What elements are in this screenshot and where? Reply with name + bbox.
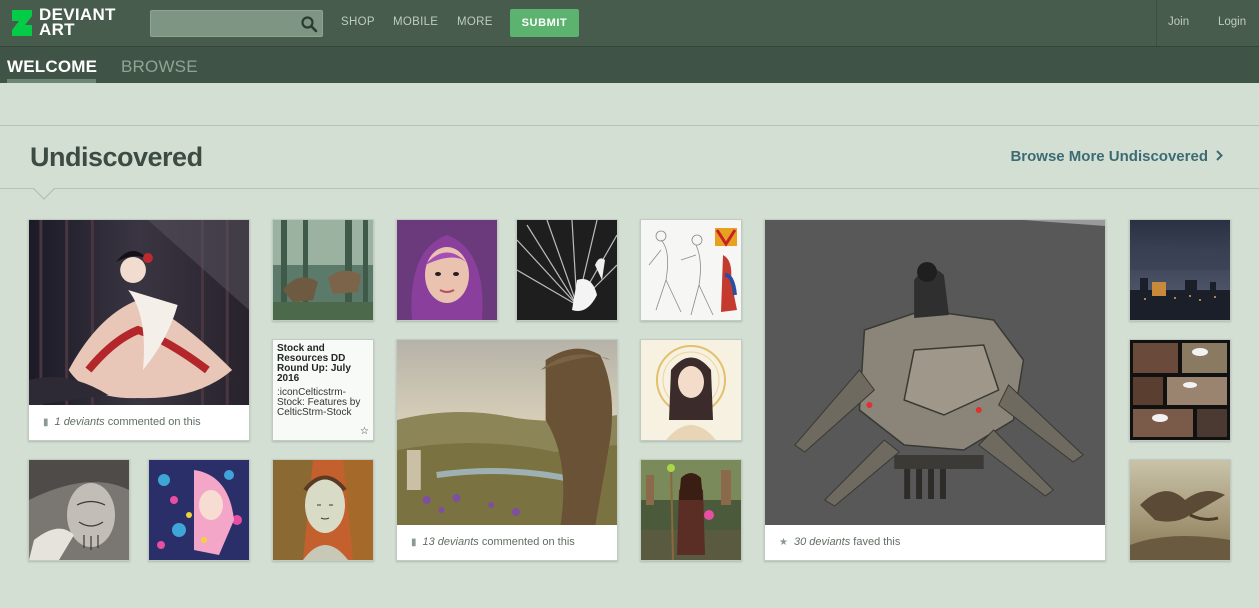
tattooed-face-image <box>29 460 129 560</box>
landscape-caption-count[interactable]: 13 deviants <box>423 536 479 548</box>
thumb-lit-card[interactable]: Stock and Resources DD Round Up: July 20… <box>272 339 374 441</box>
thumb-fantasy-landscape[interactable]: ▮ 13 deviants commented on this <box>396 339 618 561</box>
geisha-caption: ▮ 1 deviants commented on this <box>29 405 249 440</box>
deviantart-logo-icon <box>12 10 32 36</box>
search-box[interactable] <box>150 10 323 37</box>
dragon-flight-image <box>1130 460 1230 560</box>
tab-welcome[interactable]: WELCOME <box>7 57 97 77</box>
mech-caption-text: faved this <box>850 536 901 548</box>
anime-girl-image <box>641 340 741 440</box>
pink-hair-girl-image <box>149 460 249 560</box>
thumb-fighter-sketch[interactable] <box>640 219 742 321</box>
thumb-white-peacock[interactable] <box>516 219 618 321</box>
geisha-caption-text: commented on this <box>104 416 201 428</box>
header-notch-fill <box>33 187 55 198</box>
search-icon[interactable] <box>300 15 318 33</box>
mech-walker-image <box>765 220 1105 525</box>
thumb-portrait-woman[interactable] <box>396 219 498 321</box>
lit-card-title: Stock and Resources DD Round Up: July 20… <box>277 343 351 384</box>
nav-shop[interactable]: SHOP <box>341 16 375 28</box>
submit-button[interactable]: SUBMIT <box>510 9 579 37</box>
landscape-caption: ▮ 13 deviants commented on this <box>397 525 617 560</box>
comment-icon: ▮ <box>43 417 49 428</box>
city-skyline-image <box>1130 220 1230 320</box>
section-header: Undiscovered Browse More Undiscovered <box>0 125 1259 189</box>
thumb-warrior-woman[interactable] <box>640 459 742 561</box>
woman-sketch-image <box>273 460 373 560</box>
landscape-caption-text: commented on this <box>478 536 575 548</box>
thumb-mech-walker[interactable]: ★ 30 deviants faved this <box>764 219 1106 561</box>
geisha-artwork-image <box>29 220 249 406</box>
mech-caption: ★ 30 deviants faved this <box>765 525 1105 560</box>
tab-browse[interactable]: BROWSE <box>121 57 198 77</box>
login-link[interactable]: Login <box>1218 16 1246 28</box>
fighter-sketch-image <box>641 220 741 320</box>
nav-more[interactable]: MORE <box>457 16 493 28</box>
section-tabs: WELCOME BROWSE <box>0 46 1259 83</box>
search-input[interactable] <box>151 11 291 36</box>
active-tab-indicator <box>7 79 96 83</box>
top-navbar: DEVIANT ART SHOP MOBILE MORE SUBMIT Join… <box>0 0 1259 46</box>
browse-more-link[interactable]: Browse More Undiscovered <box>1010 148 1223 165</box>
thumb-dragon-flight[interactable] <box>1129 459 1231 561</box>
thumb-city-skyline[interactable] <box>1129 219 1231 321</box>
thumb-anime-girl[interactable] <box>640 339 742 441</box>
browse-more-label: Browse More Undiscovered <box>1010 148 1208 165</box>
thumb-woman-sketch[interactable] <box>272 459 374 561</box>
white-peacock-image <box>517 220 617 320</box>
literature-icon: ☆ <box>360 426 369 437</box>
geisha-caption-count[interactable]: 1 deviants <box>55 416 105 428</box>
logo-text: DEVIANT ART <box>39 5 116 39</box>
lit-card-body: :iconCelticstrm-Stock: Features by Celti… <box>277 387 361 418</box>
join-link[interactable]: Join <box>1168 16 1189 28</box>
comment-icon: ▮ <box>411 537 417 548</box>
thumb-comic-page[interactable] <box>1129 339 1231 441</box>
thumb-geisha-artwork[interactable]: ▮ 1 deviants commented on this <box>28 219 250 441</box>
header-divider <box>1156 0 1157 46</box>
deviantart-logo[interactable]: DEVIANT ART <box>10 6 130 40</box>
warrior-woman-image <box>641 460 741 560</box>
nav-mobile[interactable]: MOBILE <box>393 16 438 28</box>
star-icon: ★ <box>779 537 788 548</box>
fantasy-landscape-image <box>397 340 617 526</box>
thumb-pink-hair-girl[interactable] <box>148 459 250 561</box>
chevron-right-icon <box>1216 148 1223 165</box>
portrait-woman-image <box>397 220 497 320</box>
mech-caption-count[interactable]: 30 deviants <box>794 536 850 548</box>
section-title: Undiscovered <box>30 142 203 172</box>
thumb-dinosaur-forest[interactable] <box>272 219 374 321</box>
comic-page-image <box>1130 340 1230 440</box>
dinosaur-forest-image <box>273 220 373 320</box>
thumb-tattooed-face[interactable] <box>28 459 130 561</box>
